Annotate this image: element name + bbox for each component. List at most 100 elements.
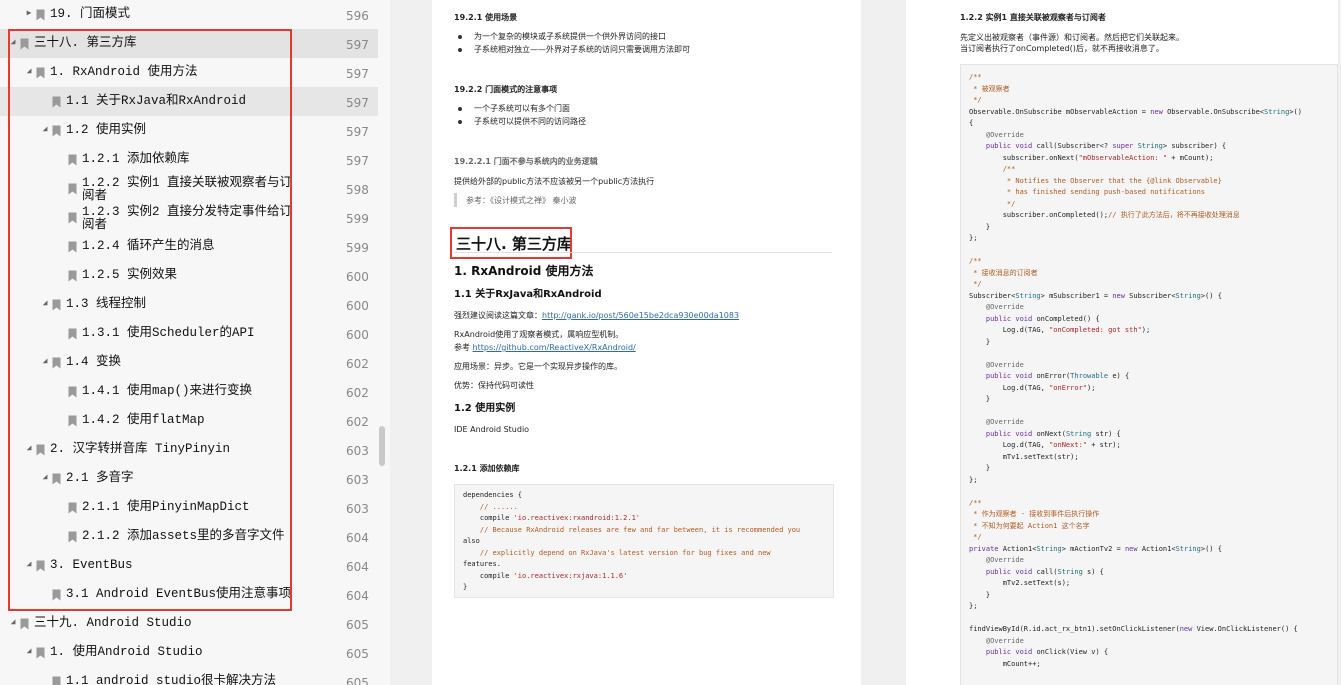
outline-item[interactable]: 1.3.1 使用Scheduler的API 600 <box>0 319 378 348</box>
outline-item-page: 604 <box>346 531 369 545</box>
outline-sidebar: ▶ 19. 门面模式 596 ◢ 三十八. 第三方库 597 ◢ 1. RxAndroid 使… <box>0 0 391 685</box>
code-line: } <box>969 222 991 231</box>
outline-item[interactable]: ◢ 1. RxAndroid 使用方法 597 <box>0 58 378 87</box>
outline-item-label: 1.2.4 循环产生的消息 <box>82 239 215 253</box>
document-view[interactable]: 19.2.1 使用场景 为一个复杂的模块或子系统提供一个供外界访问的接口 子系统… <box>390 0 1341 685</box>
outline-item-page: 600 <box>346 328 369 342</box>
code-line: // explicitly depend on RxJava's latest … <box>463 548 771 557</box>
code-line: * has finished sending push-based notifi… <box>969 188 1206 196</box>
code-line: } <box>969 590 991 599</box>
code-line: } <box>969 464 991 472</box>
code-line: // Because RxAndroid releases are few an… <box>463 525 801 534</box>
code-line: findViewById(R.id.act_rx_btn1).setOnClic… <box>969 625 1298 633</box>
outline-item[interactable]: ◢ 2.1 多音字 603 <box>0 464 378 493</box>
code-line: Observable.OnSubscribe mObservableAction… <box>969 107 1302 116</box>
code-line: public void onClick(View v) { <box>985 648 1109 656</box>
outline-item[interactable]: 1.4.2 使用flatMap 602 <box>0 406 378 435</box>
outline-item[interactable]: 1.1 android studio很卡解决方法 605 <box>0 667 378 685</box>
outline-item[interactable]: 1.1 关于RxJava和RxAndroid 597 <box>0 87 378 116</box>
outline-item[interactable]: 2.1.1 使用PinyinMapDict 603 <box>0 493 378 522</box>
outline-item[interactable]: 1.4.1 使用map()来进行变换 602 <box>0 377 378 406</box>
paragraph: IDE Android Studio <box>454 425 530 434</box>
code-line: public void onNext(String str) { <box>985 429 1121 438</box>
collapse-arrow-icon[interactable]: ◢ <box>40 299 50 309</box>
code-line: public void onCompleted() { <box>985 314 1100 323</box>
code-line: features. <box>463 560 501 568</box>
bullet-dot <box>458 107 462 111</box>
code-line: subscriber.onCompleted();// 执行了此方法后，将不再接… <box>969 211 1240 219</box>
outline-item[interactable]: ◢ 3. EventBus 604 <box>0 551 378 580</box>
code-line: compile 'io.reactivex:rxandroid:1.2.1' <box>463 514 641 522</box>
outline-item-page: 603 <box>346 473 369 487</box>
outline-item-label: 3. EventBus <box>50 558 133 572</box>
outline-item[interactable]: ◢ 1.4 变换 602 <box>0 348 378 377</box>
collapse-arrow-icon[interactable]: ◢ <box>8 38 18 48</box>
outline-item[interactable]: 2.1.2 添加assets里的多音字文件 604 <box>0 522 378 551</box>
paragraph: 当订阅者执行了onCompleted()后，就不再接收消息了。 <box>960 44 1164 53</box>
bookmark-icon <box>68 212 77 224</box>
outline-item[interactable]: ◢ 2. 汉字转拼音库 TinyPinyin 603 <box>0 435 378 464</box>
section-heading: 1. RxAndroid 使用方法 <box>454 264 594 278</box>
outline-item-page: 597 <box>346 67 369 81</box>
outline-item-page: 603 <box>346 444 369 458</box>
outline-item[interactable]: 1.2.4 循环产生的消息 599 <box>0 232 378 261</box>
code-line: subscriber.onNext("mObservableAction: " … <box>969 153 1214 162</box>
outline-item-label: 1.1 关于RxJava和RxAndroid <box>66 94 247 108</box>
outline-item-label: 1.2 使用实例 <box>66 123 147 137</box>
subsection-heading: 1.2 使用实例 <box>454 403 516 414</box>
bookmark-icon <box>68 386 77 398</box>
collapse-arrow-icon[interactable]: ◢ <box>24 444 34 454</box>
code-line: * 接收消息的订阅者 <box>969 268 1038 277</box>
outline-item[interactable]: 3.1 Android EventBus使用注意事项 604 <box>0 580 378 609</box>
bullet-text: 子系统可以提供不同的访问路径 <box>474 117 586 126</box>
collapse-arrow-icon[interactable]: ◢ <box>40 357 50 367</box>
heading-divider <box>454 252 832 253</box>
outline-item-page: 602 <box>346 357 369 371</box>
outline-item[interactable]: ◢ 1. 使用Android Studio 605 <box>0 638 378 667</box>
bookmark-icon <box>52 676 61 685</box>
outline-item-page: 599 <box>346 212 369 226</box>
collapse-arrow-icon[interactable]: ◢ <box>24 647 34 657</box>
code-line: Log.d(TAG, "onNext:" + str); <box>969 441 1121 449</box>
code-line: @Override <box>985 418 1024 426</box>
outline-item[interactable]: 1.2.1 添加依赖库 597 <box>0 145 378 174</box>
heading-19-2-2: 19.2.2 门面模式的注意事项 <box>454 85 558 94</box>
outline-item[interactable]: ◢ 1.2 使用实例 597 <box>0 116 378 145</box>
bullet-dot <box>458 120 462 124</box>
expand-arrow-icon[interactable]: ▶ <box>24 9 34 19</box>
code-line: * 被观察者 <box>969 84 1010 93</box>
code-line: Log.d(TAG, "onError"); <box>969 383 1096 392</box>
bullet-dot <box>458 35 462 39</box>
bookmark-icon <box>68 154 77 166</box>
collapse-arrow-icon[interactable]: ◢ <box>40 125 50 135</box>
outline-item-label: 1.2.1 添加依赖库 <box>82 152 190 166</box>
outline-item-page: 602 <box>346 386 369 400</box>
outline-item[interactable]: 1.2.2 实例1 直接关联被观察者与订阅者 598 <box>0 174 378 203</box>
code-line: }; <box>969 602 978 610</box>
code-line: */ <box>969 199 1016 208</box>
outline-item-page: 597 <box>346 38 369 52</box>
outline-item-label: 3.1 Android EventBus使用注意事项 <box>66 587 292 601</box>
code-line: } <box>969 337 991 346</box>
outline-item-page: 603 <box>346 502 369 516</box>
paragraph: 优势：保持代码可读性 <box>454 381 534 390</box>
bookmark-icon <box>52 299 61 311</box>
outline-item[interactable]: ◢ 三十八. 第三方库 597 <box>0 29 378 58</box>
collapse-arrow-icon[interactable]: ◢ <box>8 618 18 628</box>
outline-item[interactable]: ▶ 19. 门面模式 596 <box>0 0 378 29</box>
bullet-text: 一个子系统可以有多个门面 <box>474 104 570 113</box>
code-line: /** <box>969 257 982 265</box>
outline-item[interactable]: 1.2.3 实例2 直接分发特定事件给订阅者 599 <box>0 203 378 232</box>
github-link[interactable]: https://github.com/ReactiveX/RxAndroid/ <box>473 343 636 352</box>
article-link[interactable]: http://gank.io/post/560e15be2dca930e00da… <box>542 311 739 320</box>
code-line: * 不知为何要起 Action1 这个名字 <box>969 521 1090 530</box>
collapse-arrow-icon[interactable]: ◢ <box>24 560 34 570</box>
outline-item[interactable]: 1.2.5 实例效果 600 <box>0 261 378 290</box>
outline-item[interactable]: ◢ 1.3 线程控制 600 <box>0 290 378 319</box>
bookmark-icon <box>68 328 77 340</box>
outline-item[interactable]: ◢ 三十九. Android Studio 605 <box>0 609 378 638</box>
sidebar-scrollbar[interactable] <box>379 426 385 466</box>
outline-item-label: 1.2.3 实例2 直接分发特定事件给订阅者 <box>82 205 293 232</box>
collapse-arrow-icon[interactable]: ◢ <box>40 473 50 483</box>
collapse-arrow-icon[interactable]: ◢ <box>24 67 34 77</box>
